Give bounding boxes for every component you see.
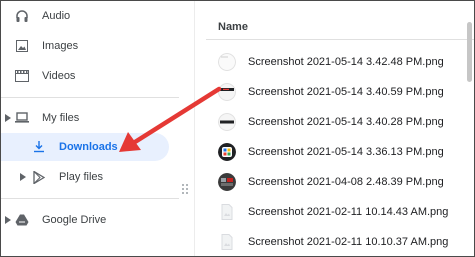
file-row[interactable]: Screenshot 2021-05-14 3.42.48 PM.png (206, 46, 464, 76)
sidebar-item-label: Videos (42, 70, 76, 82)
sidebar-item-audio[interactable]: Audio (1, 2, 173, 30)
file-row[interactable]: Screenshot 2021-04-08 2.48.39 PM.png (206, 166, 464, 196)
file-thumbnail-icon (218, 113, 236, 131)
file-thumbnail-icon (218, 53, 236, 71)
name-column-header[interactable]: Name (218, 21, 248, 33)
sidebar-item-label: Play files (59, 171, 104, 183)
sidebar-item-play-files[interactable]: Play files (1, 163, 173, 191)
image-icon (15, 39, 29, 53)
sidebar-divider (1, 198, 179, 199)
file-name: Screenshot 2021-02-11 10.14.43 AM.png (248, 206, 449, 218)
file-name: Screenshot 2021-05-14 3.40.59 PM.png (248, 86, 444, 98)
sidebar-item-videos[interactable]: Videos (1, 62, 173, 90)
file-name: Screenshot 2021-05-14 3.40.28 PM.png (248, 116, 444, 128)
drive-icon (15, 213, 29, 227)
sidebar-item-downloads[interactable]: Downloads (1, 133, 169, 161)
image-file-icon (218, 203, 236, 221)
file-name: Screenshot 2021-05-14 3.36.13 PM.png (248, 146, 444, 158)
file-thumbnail-icon (218, 173, 236, 191)
expand-caret-icon[interactable] (4, 215, 12, 225)
sidebar-resize-handle[interactable] (182, 184, 190, 196)
sidebar-item-label: Audio (42, 10, 71, 22)
file-list-header: Name (206, 1, 474, 40)
download-icon (32, 140, 46, 154)
file-row[interactable]: Screenshot 2021-05-14 3.36.13 PM.png (206, 136, 464, 166)
file-name: Screenshot 2021-05-14 3.42.48 PM.png (248, 56, 444, 68)
sidebar-item-label: Google Drive (42, 214, 107, 226)
expand-caret-icon[interactable] (19, 172, 27, 182)
file-name: Screenshot 2021-04-08 2.48.39 PM.png (248, 176, 444, 188)
sidebar-item-images[interactable]: Images (1, 32, 173, 60)
image-file-icon (218, 233, 236, 251)
play-store-icon (32, 170, 46, 184)
files-app-window: Audio Images Videos My files Downloads P… (0, 0, 475, 257)
sidebar-item-label: Images (42, 40, 79, 52)
sidebar: Audio Images Videos My files Downloads P… (1, 1, 179, 256)
sidebar-item-label: My files (42, 112, 80, 124)
sidebar-item-my-files[interactable]: My files (1, 104, 173, 132)
pane-divider (194, 1, 195, 256)
sidebar-item-label: Downloads (59, 141, 118, 153)
film-icon (15, 69, 29, 83)
file-name: Screenshot 2021-02-11 10.10.37 AM.png (248, 236, 449, 248)
expand-caret-icon[interactable] (4, 113, 12, 123)
sidebar-divider (1, 97, 179, 98)
laptop-icon (15, 111, 29, 125)
headphones-icon (15, 9, 29, 23)
file-thumbnail-icon (218, 83, 236, 101)
file-list-scrollbar[interactable] (467, 22, 472, 256)
file-row[interactable]: Screenshot 2021-02-11 10.10.37 AM.png (206, 226, 464, 256)
file-row[interactable]: Screenshot 2021-02-11 10.14.43 AM.png (206, 196, 464, 226)
file-row[interactable]: Screenshot 2021-05-14 3.40.28 PM.png (206, 106, 464, 136)
scrollbar-thumb[interactable] (467, 22, 472, 82)
sidebar-item-google-drive[interactable]: Google Drive (1, 206, 173, 234)
file-thumbnail-icon (218, 143, 236, 161)
file-row[interactable]: Screenshot 2021-05-14 3.40.59 PM.png (206, 76, 464, 106)
